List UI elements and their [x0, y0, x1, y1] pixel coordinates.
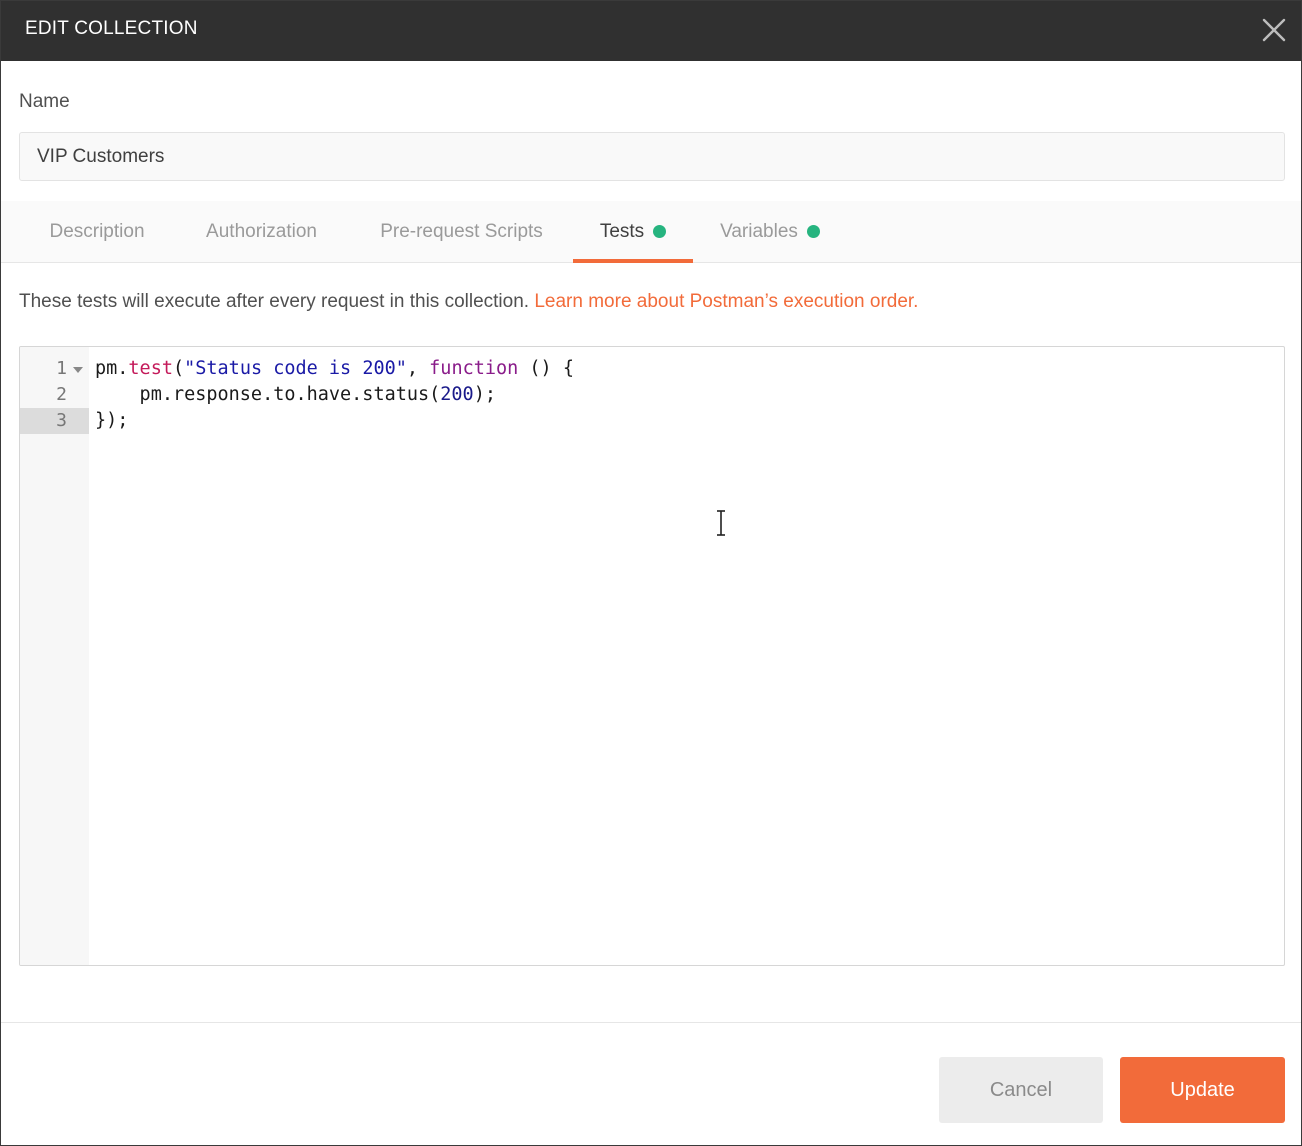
close-icon[interactable]: [1259, 15, 1289, 45]
code-token: pm.response.to.have.status(: [95, 384, 441, 405]
status-dot-icon: [806, 225, 820, 238]
line-number: 2: [56, 384, 67, 405]
tests-info: These tests will execute after every req…: [19, 291, 918, 313]
tests-info-text: These tests will execute after every req…: [19, 291, 535, 312]
code-line: pm.response.to.have.status(200);: [95, 382, 496, 408]
code-line: pm.test("Status code is 200", function (…: [95, 356, 574, 382]
code-token: 200: [440, 384, 474, 405]
code-token: () {: [518, 358, 574, 379]
text-cursor-icon: [717, 510, 725, 536]
code-editor[interactable]: 1 2 3 pm.test("Status code is 200", func…: [19, 346, 1285, 966]
fold-arrow-icon[interactable]: [73, 367, 83, 373]
modal-header: EDIT COLLECTION: [1, 1, 1301, 61]
line-number: 3: [20, 408, 89, 434]
tab-variables[interactable]: Variables: [703, 201, 837, 262]
code-token: (: [172, 358, 185, 379]
edit-collection-modal: EDIT COLLECTION Name Description Authori…: [0, 0, 1302, 1146]
tab-bar: Description Authorization Pre-request Sc…: [1, 201, 1301, 263]
tab-label: Authorization: [206, 220, 317, 242]
tab-label: Variables: [720, 220, 798, 242]
tab-label: Pre-request Scripts: [380, 220, 543, 242]
line-number-gutter: 1 2 3: [20, 347, 89, 965]
tab-pre-request-scripts[interactable]: Pre-request Scripts: [356, 201, 567, 262]
tab-description[interactable]: Description: [26, 201, 168, 262]
name-label: Name: [19, 91, 70, 112]
code-token: function: [429, 358, 519, 379]
code-token: "Status code is 200": [184, 358, 407, 379]
code-line: });: [95, 408, 128, 434]
cancel-button[interactable]: Cancel: [939, 1057, 1103, 1123]
tab-label: Description: [49, 220, 145, 242]
code-token: });: [95, 410, 129, 431]
status-dot-icon: [653, 225, 667, 238]
tab-tests[interactable]: Tests: [573, 201, 693, 263]
code-token: );: [473, 384, 496, 405]
execution-order-link[interactable]: Learn more about Postman’s execution ord…: [534, 291, 918, 312]
code-token: ,: [406, 358, 430, 379]
modal-title: EDIT COLLECTION: [25, 18, 198, 39]
tab-label: Tests: [599, 220, 645, 242]
code-token: test: [128, 358, 173, 379]
code-token: pm.: [95, 358, 129, 379]
tab-authorization[interactable]: Authorization: [181, 201, 342, 262]
update-button[interactable]: Update: [1120, 1057, 1285, 1123]
collection-name-input[interactable]: [19, 132, 1285, 181]
footer-divider: [1, 1022, 1301, 1023]
